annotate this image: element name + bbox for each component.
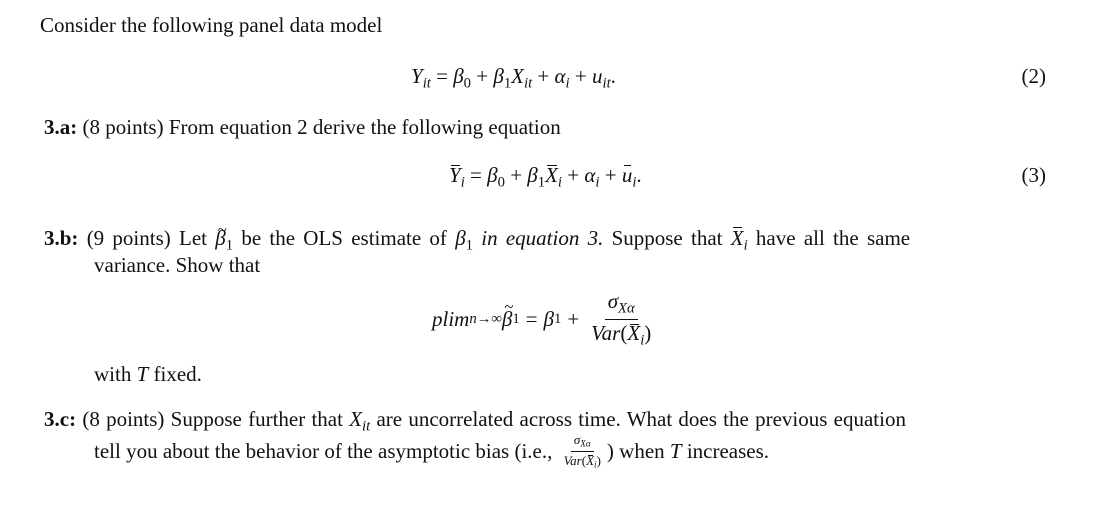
with-t-fixed: with T fixed. xyxy=(94,362,202,386)
equation-3: Yi = β0 + β1Xi + αi + ui. xyxy=(449,163,642,191)
bias-fraction-inline: σXα Var(Xi) xyxy=(563,432,601,470)
intro-text: Consider the following panel data model xyxy=(40,13,383,37)
question-3c-line2: tell you about the behavior of the asymp… xyxy=(94,432,770,470)
question-label: 3.a: xyxy=(44,115,78,139)
bias-fraction: σXα Var(Xi) xyxy=(591,289,652,348)
equation-number-2: (2) xyxy=(1021,64,1047,88)
equation-number-3: (3) xyxy=(1021,163,1047,187)
question-3b-line2: variance. Show that xyxy=(94,253,261,277)
equation-2: Yit = β0 + β1Xit + αi + uit. xyxy=(411,64,616,92)
equation-plim: plimn→∞β1 = β1 + σXα Var(Xi) xyxy=(432,289,657,348)
question-3a: 3.a: (8 points) From equation 2 derive t… xyxy=(44,115,561,139)
question-label: 3.b: xyxy=(44,226,79,250)
question-label: 3.c: xyxy=(44,407,77,431)
